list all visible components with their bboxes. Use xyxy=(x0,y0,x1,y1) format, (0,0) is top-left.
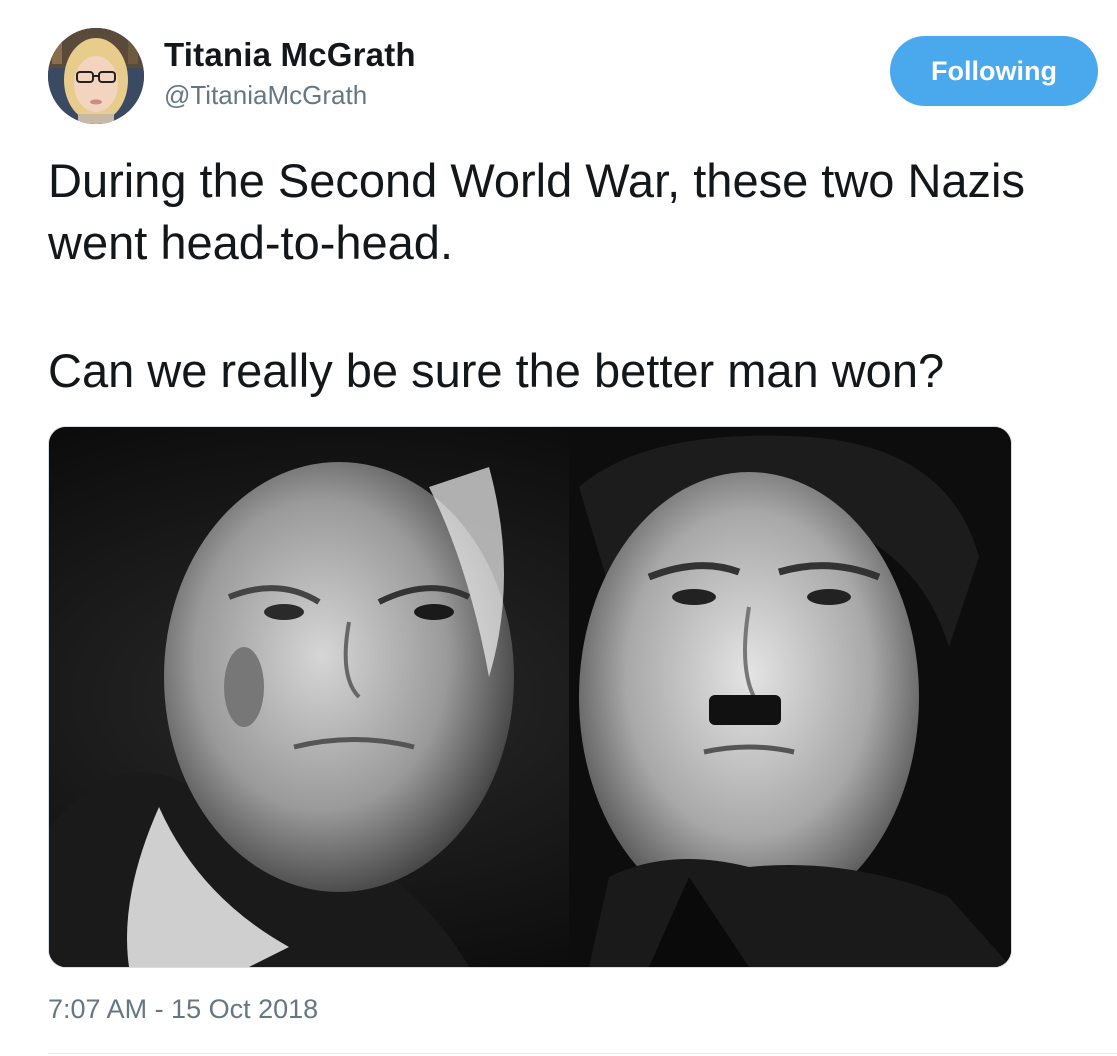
tweet-photo[interactable] xyxy=(48,426,1012,968)
display-name[interactable]: Titania McGrath xyxy=(164,36,416,74)
following-button[interactable]: Following xyxy=(890,36,1098,106)
tweet-paragraph-1: During the Second World War, these two N… xyxy=(48,154,1025,269)
divider xyxy=(48,1053,1117,1054)
tweet: Titania McGrath @TitaniaMcGrath Followin… xyxy=(0,0,1117,1056)
user-handle[interactable]: @TitaniaMcGrath xyxy=(164,80,367,111)
avatar-photo-icon xyxy=(48,28,144,124)
tweet-timestamp[interactable]: 7:07 AM - 15 Oct 2018 xyxy=(48,994,318,1025)
photo-image xyxy=(49,427,1011,967)
user-avatar[interactable] xyxy=(48,28,144,124)
tweet-paragraph-2: Can we really be sure the better man won… xyxy=(48,344,945,397)
tweet-text: During the Second World War, these two N… xyxy=(48,150,1113,402)
